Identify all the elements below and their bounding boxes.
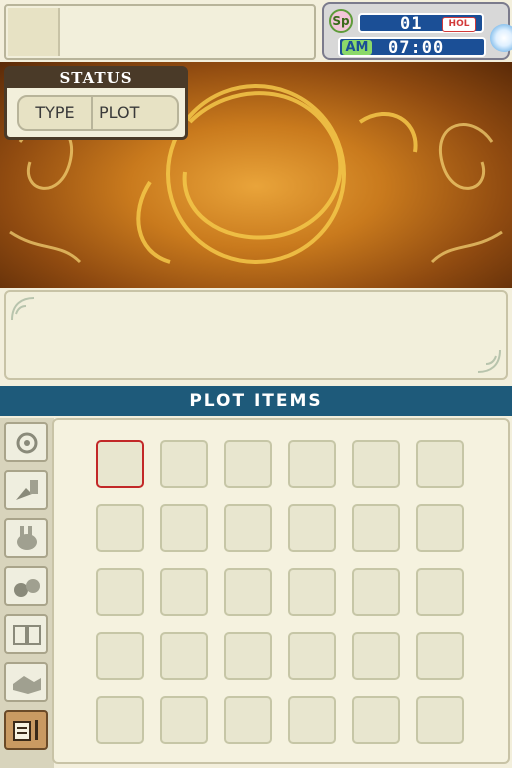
tab-crops[interactable]	[4, 566, 48, 606]
item-slot[interactable]	[416, 568, 464, 616]
header-bar: PLOT ITEMS	[0, 386, 512, 416]
item-slot[interactable]	[288, 632, 336, 680]
time-display: AM 07:00	[338, 37, 486, 58]
time-value: 07:00	[388, 38, 445, 58]
status-fields: TYPE PLOT	[17, 95, 179, 131]
portrait-slot	[8, 8, 60, 56]
item-slot[interactable]	[224, 632, 272, 680]
item-slot[interactable]	[416, 440, 464, 488]
item-slot[interactable]	[224, 440, 272, 488]
type-label: TYPE	[19, 97, 93, 129]
item-slot[interactable]	[352, 504, 400, 552]
day-display: 01 HOL	[358, 13, 484, 34]
item-slot[interactable]	[288, 568, 336, 616]
item-slot[interactable]	[160, 696, 208, 744]
item-slot[interactable]	[96, 632, 144, 680]
rabbit-icon	[17, 526, 37, 550]
tab-plot[interactable]	[4, 710, 48, 750]
corner-swirl-icon	[477, 349, 501, 373]
page-title: PLOT ITEMS	[189, 391, 323, 411]
status-panel: STATUS TYPE PLOT	[4, 66, 188, 140]
clock-panel: Sp 01 HOL AM 07:00	[322, 2, 512, 60]
status-title: STATUS	[7, 68, 185, 88]
item-slot[interactable]	[288, 440, 336, 488]
tab-animals[interactable]	[4, 518, 48, 558]
type-value: PLOT	[99, 103, 140, 122]
item-slot[interactable]	[96, 696, 144, 744]
tab-book[interactable]	[4, 614, 48, 654]
corner-swirl-icon	[11, 297, 35, 321]
item-slot[interactable]	[416, 504, 464, 552]
item-slot[interactable]	[160, 568, 208, 616]
item-slot[interactable]	[416, 632, 464, 680]
day-number: 01	[400, 14, 423, 34]
season-badge: Sp	[329, 9, 353, 33]
item-slot[interactable]	[352, 696, 400, 744]
item-slot[interactable]	[224, 696, 272, 744]
tab-handshake[interactable]	[4, 662, 48, 702]
gear-icon	[16, 432, 38, 454]
top-screen: Sp 01 HOL AM 07:00 STATUS TYPE PLOT	[0, 0, 512, 384]
item-slot[interactable]	[288, 696, 336, 744]
item-slot[interactable]	[224, 568, 272, 616]
plot-document-icon	[13, 720, 38, 741]
sunny-weather-icon	[490, 24, 512, 52]
plot-items-grid	[52, 418, 510, 764]
item-slot[interactable]	[352, 632, 400, 680]
tab-tools[interactable]	[4, 470, 48, 510]
tab-settings[interactable]	[4, 422, 48, 462]
description-box	[4, 290, 508, 380]
side-tab-bar	[0, 418, 54, 768]
item-slot[interactable]	[96, 440, 144, 488]
item-slot[interactable]	[160, 632, 208, 680]
item-slot[interactable]	[160, 440, 208, 488]
ampm-indicator: AM	[342, 40, 372, 55]
book-icon	[13, 625, 41, 645]
name-box	[4, 4, 316, 60]
item-slot[interactable]	[288, 504, 336, 552]
item-slot[interactable]	[352, 440, 400, 488]
item-slot[interactable]	[416, 696, 464, 744]
item-slot[interactable]	[96, 568, 144, 616]
holiday-badge: HOL	[442, 17, 476, 32]
item-slot[interactable]	[160, 504, 208, 552]
tools-icon	[16, 480, 38, 500]
item-slot[interactable]	[352, 568, 400, 616]
item-slot[interactable]	[224, 504, 272, 552]
crop-icon	[14, 579, 40, 597]
handshake-icon	[13, 676, 41, 694]
item-slot[interactable]	[96, 504, 144, 552]
bottom-screen: PLOT ITEMS	[0, 384, 512, 768]
